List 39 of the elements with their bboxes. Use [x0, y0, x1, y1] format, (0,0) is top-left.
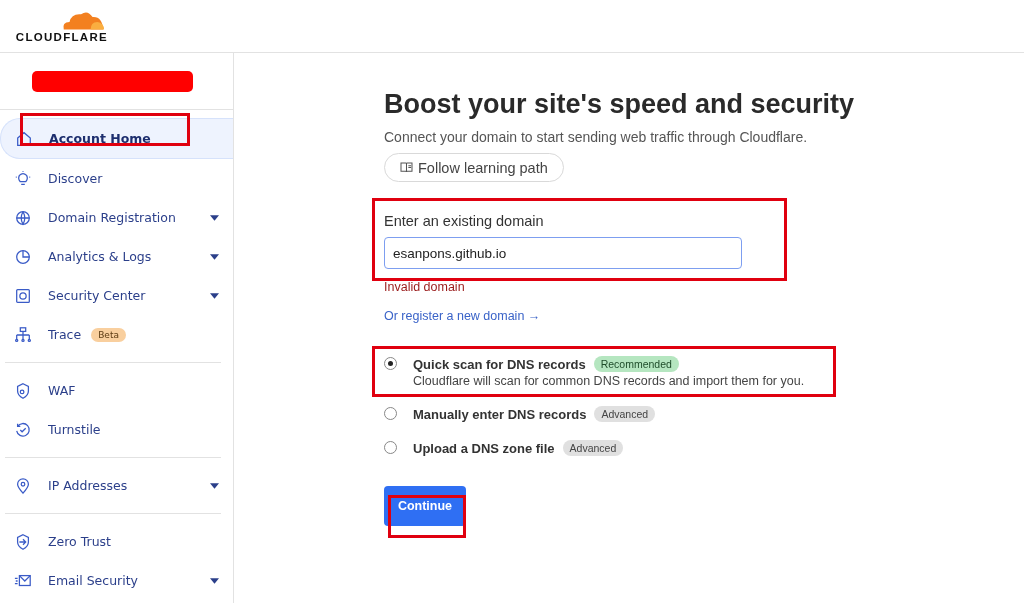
option-label: Manually enter DNS records — [413, 406, 587, 422]
register-domain-link[interactable]: Or register a new domain → — [384, 309, 541, 323]
sidebar-item[interactable]: IP Addresses — [0, 466, 233, 505]
continue-button[interactable]: Continue — [384, 486, 466, 526]
page-title: Boost your site's speed and security — [384, 89, 855, 120]
error-message: Invalid domain — [384, 280, 466, 294]
option-label: Quick scan for DNS records — [413, 356, 586, 372]
sidebar-item[interactable]: Discover — [0, 159, 233, 198]
globe-icon — [14, 208, 32, 227]
sidebar-item[interactable]: WAF — [0, 371, 233, 410]
sidebar-item[interactable]: Analytics & Logs — [0, 237, 233, 276]
advanced-badge: Advanced — [594, 406, 656, 422]
sidebar-item[interactable]: Account Home — [0, 118, 233, 159]
option-label: Upload a DNS zone file — [413, 440, 555, 456]
pin-icon — [14, 476, 32, 495]
advanced-badge: Advanced — [562, 440, 624, 456]
sidebar-item[interactable]: Turnstile — [0, 410, 233, 449]
domain-input-field[interactable]: esanpons.github.io — [384, 237, 742, 269]
brand-wordmark: CLOUDFLARE — [15, 31, 108, 43]
sidebar-item[interactable]: Zero Trust — [0, 522, 233, 561]
sidebar-item[interactable]: Email Security — [0, 561, 233, 600]
recommended-badge: Recommended — [593, 356, 679, 372]
sidebar-item[interactable]: Security Center — [0, 276, 233, 315]
sidebar-item[interactable]: Domain Registration — [0, 198, 233, 237]
enter-icon — [14, 532, 32, 551]
book-icon — [400, 162, 413, 173]
learning-path-button[interactable]: Follow learning path — [384, 153, 564, 182]
option-description: Cloudflare will scan for common DNS records and import them for you. — [413, 374, 805, 388]
sidebar-item[interactable]: Trace Beta — [0, 315, 233, 354]
home-icon — [15, 129, 33, 148]
domain-label: Enter an existing domain — [384, 213, 545, 229]
check-icon — [14, 420, 32, 439]
page-subtitle: Connect your domain to start sending web traffic through Cloudflare. — [384, 129, 809, 145]
beta-badge: Beta — [91, 327, 126, 342]
shield-icon — [14, 381, 32, 400]
tree-icon — [14, 325, 32, 344]
pie-icon — [14, 247, 32, 266]
safe-icon — [14, 286, 32, 305]
bulb-icon — [14, 169, 32, 188]
